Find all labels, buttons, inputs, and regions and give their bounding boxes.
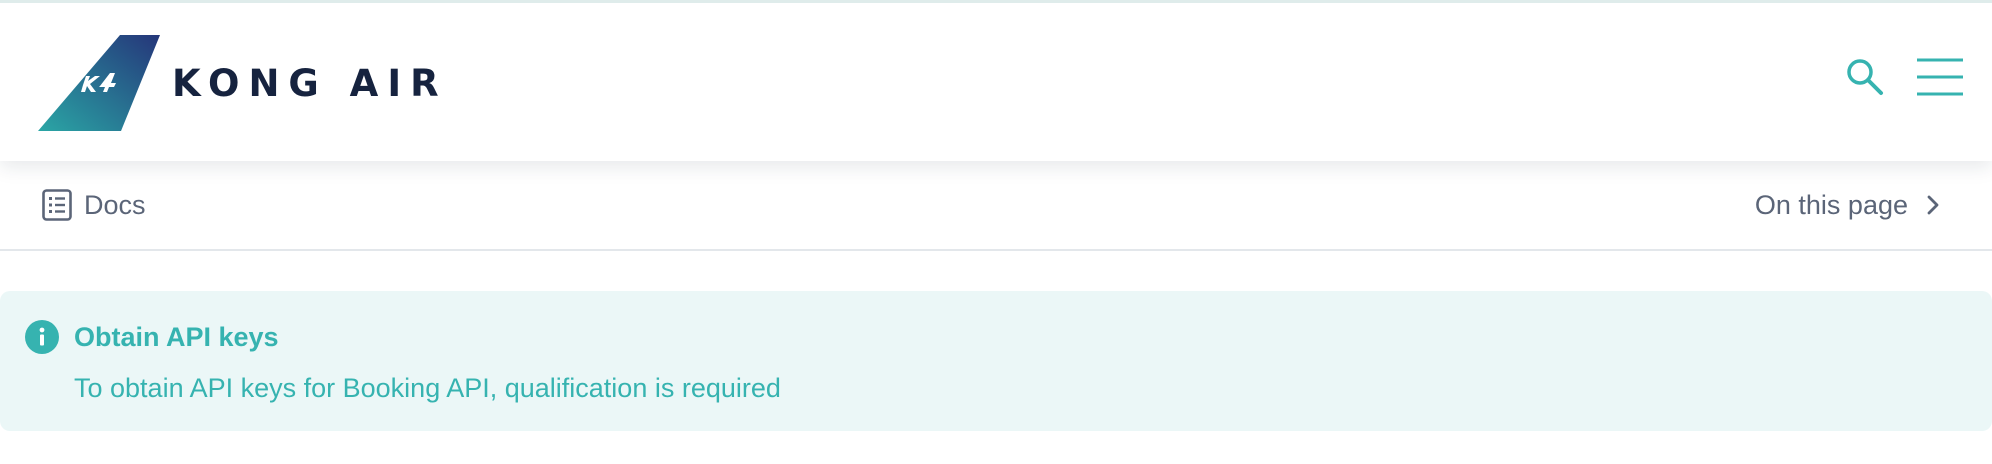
info-icon [25,320,59,354]
callout-body: To obtain API keys for Booking API, qual… [74,373,781,403]
hamburger-menu-icon[interactable] [1916,57,1964,97]
docs-toggle[interactable]: Docs [42,161,146,249]
on-this-page-label: On this page [1754,189,1908,220]
info-callout: Obtain API keys To obtain API keys for B… [0,291,1992,431]
callout-title: Obtain API keys [74,322,279,352]
docs-label: Docs [84,189,146,220]
header-actions [1844,56,1964,98]
search-icon[interactable] [1844,56,1886,98]
chevron-right-icon [1927,195,1939,215]
on-this-page-toggle[interactable]: On this page [1755,161,1940,249]
tail-fin-logo-icon [38,35,160,131]
brand-name: KONG AIR [172,61,448,105]
top-header: KONG AIR [0,0,1992,161]
docs-subnav: Docs On this page [0,161,1992,251]
document-list-icon [42,189,72,221]
brand-logo[interactable]: KONG AIR [38,35,448,131]
